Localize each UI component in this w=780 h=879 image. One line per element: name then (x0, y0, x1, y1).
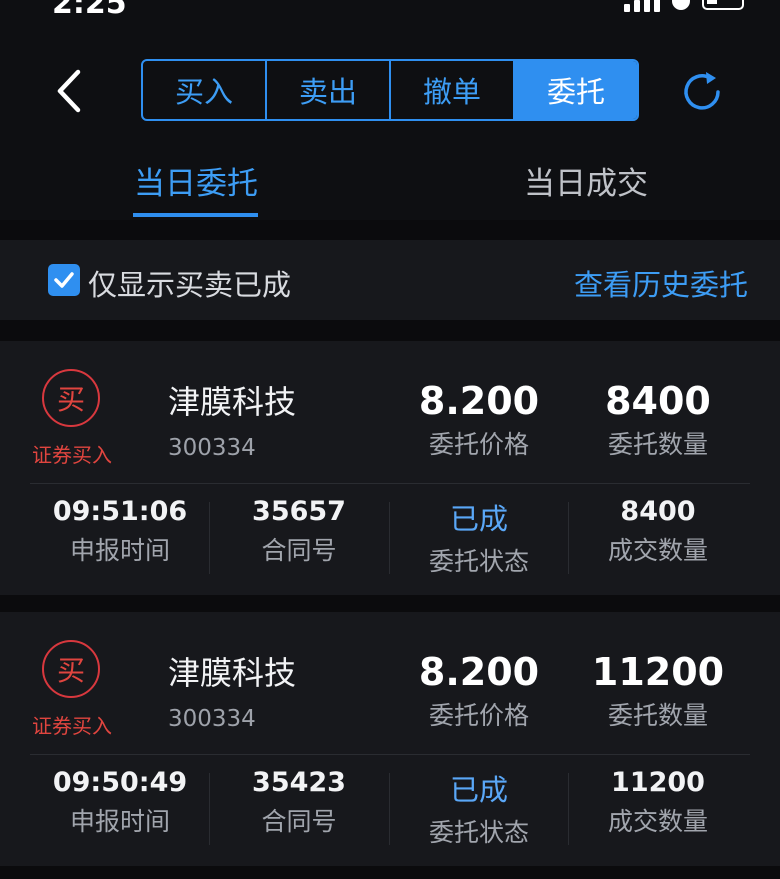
contract-number-label: 合同号 (261, 807, 337, 836)
view-history-orders-link[interactable]: 查看历史委托 (574, 262, 748, 304)
order-status: 已成 委托状态 (389, 496, 569, 578)
submit-time-value: 09:51:06 (52, 496, 188, 527)
divider (30, 754, 750, 755)
chevron-left-icon (57, 69, 81, 113)
status-icons (624, 0, 744, 12)
order-status-label: 委托状态 (428, 818, 529, 847)
submit-time-value: 09:50:49 (52, 767, 188, 798)
divider (30, 483, 750, 484)
filled-quantity-value: 11200 (611, 767, 705, 798)
order-status-label: 委托状态 (428, 547, 529, 576)
status-time: 2:25 (52, 0, 127, 18)
order-details-row: 09:50:49 申报时间 35423 合同号 已成 委托状态 11200 成交… (0, 767, 780, 851)
submit-time-label: 申报时间 (69, 536, 170, 565)
submit-time: 09:50:49 申报时间 (30, 767, 210, 838)
submit-time-label: 申报时间 (69, 807, 170, 836)
order-quantity: 8400 委托数量 (568, 379, 748, 461)
filled-quantity: 8400 成交数量 (568, 496, 748, 567)
stock-code: 300334 (168, 706, 256, 732)
order-type-label: 证券买入 (32, 443, 112, 467)
order-details-row: 09:51:06 申报时间 35657 合同号 已成 委托状态 8400 成交数… (0, 496, 780, 580)
order-quantity-value: 11200 (591, 650, 725, 694)
order-status-value: 已成 (449, 502, 508, 536)
order-quantity: 11200 委托数量 (568, 650, 748, 732)
segment-sell[interactable]: 卖出 (267, 61, 391, 119)
contract-number-value: 35423 (252, 767, 346, 798)
filled-quantity-label: 成交数量 (607, 807, 708, 836)
order-price: 8.200 委托价格 (389, 379, 569, 461)
filled-only-label[interactable]: 仅显示买卖已成 (88, 262, 291, 304)
order-card[interactable]: 买 证券买入 津膜科技 300334 8.200 委托价格 11200 委托数量… (0, 612, 780, 866)
order-tabs: 当日委托 当日成交 (0, 140, 780, 220)
signal-icon (624, 0, 660, 12)
active-tab-indicator (133, 213, 258, 217)
stock-name: 津膜科技 (168, 383, 297, 421)
wifi-icon (670, 0, 692, 12)
order-price: 8.200 委托价格 (389, 650, 569, 732)
filter-bar: 仅显示买卖已成 查看历史委托 (0, 240, 780, 320)
battery-icon (702, 0, 744, 10)
tab-today-orders[interactable]: 当日委托 (134, 158, 258, 203)
stock-name: 津膜科技 (168, 654, 297, 692)
order-price-value: 8.200 (418, 650, 540, 694)
order-quantity-label: 委托数量 (607, 430, 708, 459)
trade-mode-segmented-control: 买入 卖出 撤单 委托 (141, 59, 639, 121)
back-button[interactable] (48, 66, 92, 116)
order-status-value: 已成 (449, 773, 508, 807)
order-quantity-value: 8400 (605, 379, 711, 423)
segment-cancel-order[interactable]: 撤单 (391, 61, 515, 119)
refresh-button[interactable] (680, 70, 724, 114)
order-type-label: 证券买入 (32, 714, 112, 738)
filled-quantity-label: 成交数量 (607, 536, 708, 565)
buy-badge: 买 (42, 369, 100, 427)
tab-today-trades[interactable]: 当日成交 (524, 158, 648, 203)
contract-number: 35657 合同号 (209, 496, 389, 567)
order-card[interactable]: 买 证券买入 津膜科技 300334 8.200 委托价格 8400 委托数量 … (0, 341, 780, 595)
buy-badge: 买 (42, 640, 100, 698)
contract-number: 35423 合同号 (209, 767, 389, 838)
checkmark-icon (54, 272, 74, 288)
order-quantity-label: 委托数量 (607, 701, 708, 730)
order-price-label: 委托价格 (428, 701, 529, 730)
order-price-label: 委托价格 (428, 430, 529, 459)
stock-code: 300334 (168, 435, 256, 461)
order-status: 已成 委托状态 (389, 767, 569, 849)
order-price-value: 8.200 (418, 379, 540, 423)
header: 2:25 买入 卖出 撤单 委托 当日委托 当日成交 (0, 0, 780, 220)
filled-quantity: 11200 成交数量 (568, 767, 748, 838)
contract-number-value: 35657 (252, 496, 346, 527)
status-bar: 2:25 (0, 0, 780, 18)
filled-quantity-value: 8400 (620, 496, 696, 527)
refresh-icon (684, 72, 720, 110)
segment-buy[interactable]: 买入 (143, 61, 267, 119)
filled-only-checkbox[interactable] (48, 264, 80, 296)
submit-time: 09:51:06 申报时间 (30, 496, 210, 567)
segment-orders[interactable]: 委托 (515, 61, 637, 119)
contract-number-label: 合同号 (261, 536, 337, 565)
